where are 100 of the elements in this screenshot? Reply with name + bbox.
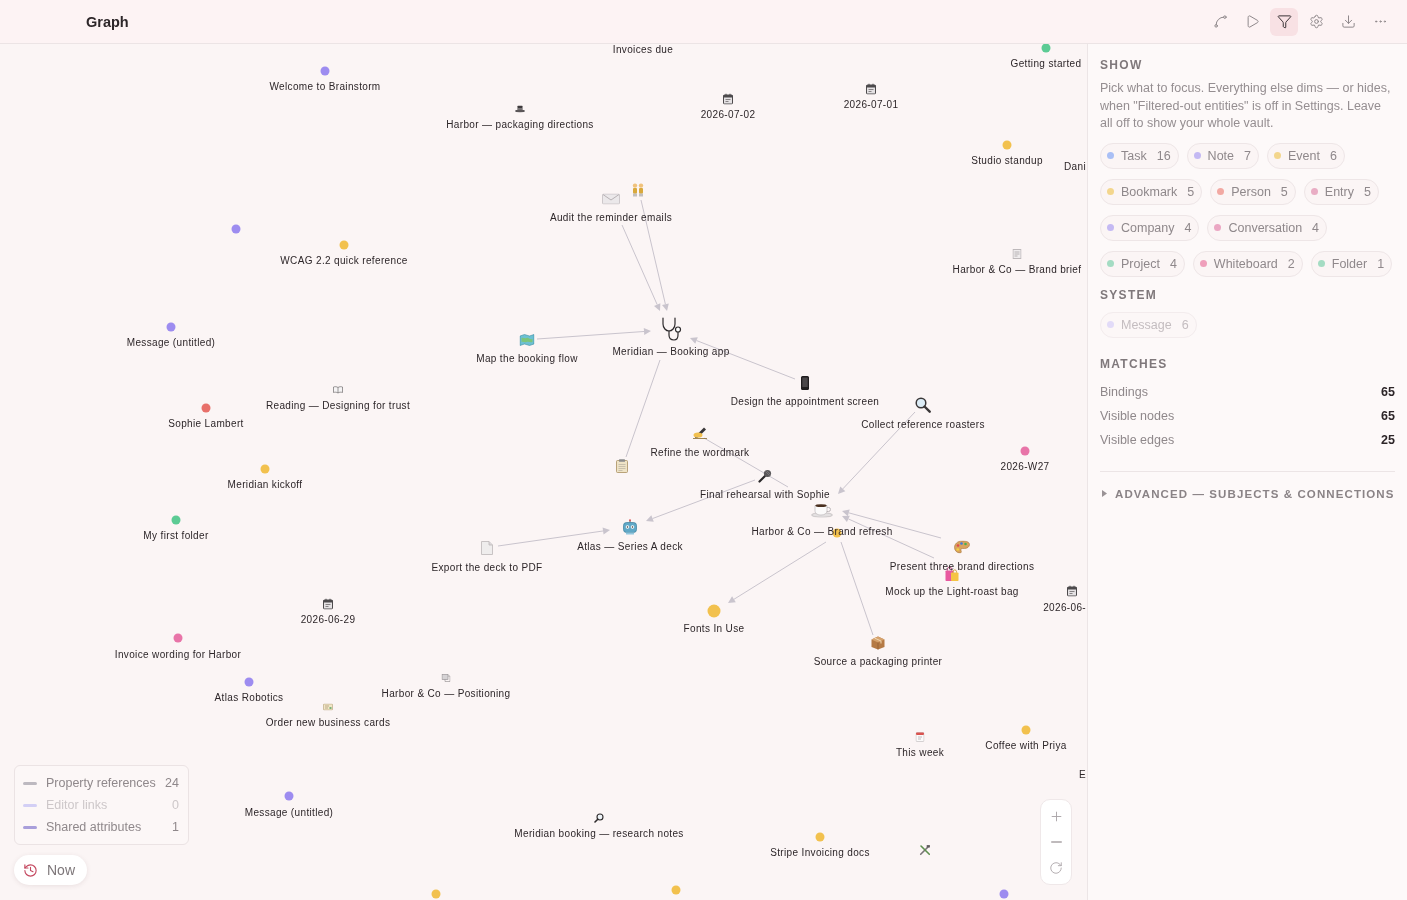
calendar-icon — [915, 732, 925, 742]
magnifier-icon — [594, 813, 604, 823]
stat-value: 65 — [1381, 408, 1395, 423]
download-icon — [1340, 14, 1356, 29]
filter-chip[interactable]: Note 7 — [1186, 142, 1259, 169]
envelope-icon — [602, 193, 620, 205]
legend-count: 1 — [171, 819, 179, 836]
node-label: My first folder — [143, 530, 209, 542]
section-heading: MATCHES — [1100, 356, 1169, 371]
node-label: Fonts In Use — [683, 623, 745, 635]
notebook-icon — [723, 93, 733, 105]
node-label: Final rehearsal with Sophie — [699, 489, 831, 501]
node-label: 2026-W27 — [1000, 461, 1050, 473]
document-icon — [1012, 249, 1022, 259]
filter-chip[interactable]: Whiteboard 2 — [1192, 250, 1303, 277]
node-label: Harbor — packaging directions — [446, 119, 594, 131]
node-label: Atlas — Series A deck — [577, 541, 683, 553]
node-label: Mock up the Light-roast bag — [885, 586, 1019, 598]
stat-value: 65 — [1381, 384, 1395, 399]
plus-icon — [1048, 808, 1064, 824]
node-label: Present three brand directions — [889, 561, 1035, 573]
node-label: Design the appointment screen — [730, 396, 880, 408]
node-label: Map the booking flow — [476, 353, 578, 365]
node-label: Stripe Invoicing docs — [770, 847, 870, 859]
node-label: Invoice wording for Harbor — [114, 649, 242, 661]
node-label: Meridian booking — research notes — [514, 828, 684, 840]
filter-chip[interactable]: Project 4 — [1100, 250, 1185, 277]
node-label: 2026-06-29 — [300, 614, 356, 626]
node-label: Harbor & Co — Brand brief — [952, 264, 1082, 276]
legend-count: 24 — [165, 775, 179, 792]
node-label: Audit the reminder emails — [549, 212, 673, 224]
node-label: Collect reference roasters — [861, 419, 985, 431]
filter-chip[interactable]: Entry 5 — [1303, 178, 1379, 205]
legend-label: Property references — [46, 775, 157, 792]
stethoscope-icon — [660, 317, 682, 341]
time-button[interactable]: Now — [14, 855, 87, 885]
stat-label: Bindings — [1100, 384, 1148, 399]
node-label: Refine the wordmark — [650, 447, 750, 459]
spline-icon — [1212, 14, 1228, 29]
panel-description: Pick what to focus. Everything else dims — or hides, when "Filtered-out entities" is off in Settings. Leave all off to show your whole vault. — [1100, 80, 1392, 132]
stat-value: 25 — [1381, 432, 1395, 447]
coffee-cup-icon — [811, 502, 833, 518]
stat-label: Visible edges — [1100, 432, 1175, 447]
filter-icon — [1276, 14, 1292, 29]
node-label: Studio standup — [971, 155, 1043, 167]
package-icon — [871, 636, 885, 650]
node-label: Dani — [1064, 161, 1086, 173]
settings-icon — [1308, 14, 1324, 29]
stat-label: Visible nodes — [1100, 408, 1175, 423]
robot-icon — [622, 519, 638, 535]
filter-chip[interactable]: Bookmark 5 — [1100, 178, 1203, 205]
node-label: Sophie Lambert — [168, 418, 244, 430]
node-label: 2026-06- — [1043, 602, 1086, 614]
node-label: Reading — Designing for trust — [265, 400, 411, 412]
people-icon — [631, 183, 645, 197]
node-label: WCAG 2.2 quick reference — [280, 255, 408, 267]
writing-hand-icon — [692, 427, 708, 439]
node-label: This week — [895, 747, 945, 759]
map-icon — [519, 334, 535, 346]
history-icon — [23, 862, 38, 878]
filter-chip[interactable]: Conversation 4 — [1207, 214, 1328, 241]
node-label: Meridian — Booking app — [612, 346, 730, 358]
advanced-section-toggle[interactable]: ADVANCED — SUBJECTS & CONNECTIONS — [1100, 487, 1395, 500]
notebook-icon — [323, 598, 333, 610]
minus-icon — [1050, 841, 1062, 843]
play-icon — [1244, 14, 1260, 29]
pages-icon — [441, 674, 451, 682]
microphone-icon — [758, 469, 772, 483]
node-label: Harbor & Co — Positioning — [381, 688, 511, 700]
magnifier-icon — [915, 397, 931, 413]
node-label: Source a packaging printer — [813, 656, 943, 668]
node-label: E — [1078, 769, 1086, 781]
filter-button[interactable] — [1270, 7, 1298, 36]
book-icon — [333, 386, 343, 394]
refresh-icon — [1049, 861, 1063, 875]
filter-chip[interactable]: Folder 1 — [1310, 250, 1393, 277]
node-label: Getting started — [1010, 58, 1082, 70]
node-label: Message (untitled) — [244, 807, 334, 819]
filter-chip[interactable]: Event 6 — [1266, 142, 1345, 169]
notepad-icon — [616, 459, 628, 473]
node-label: Meridian kickoff — [227, 479, 303, 491]
card-icon — [323, 703, 333, 711]
notebook-icon — [1067, 585, 1077, 597]
palette-icon — [954, 540, 970, 554]
section-heading: SHOW — [1100, 58, 1144, 72]
tools-icon — [919, 844, 931, 856]
node-label: 2026-07-01 — [843, 99, 899, 111]
page-icon — [481, 541, 493, 555]
node-label: Export the deck to PDF — [431, 562, 543, 574]
hat-icon — [515, 105, 525, 113]
node-label: Coffee with Priya — [985, 740, 1067, 752]
node-label: Atlas Robotics — [214, 692, 284, 704]
filter-chip[interactable]: Company 4 — [1100, 214, 1200, 241]
filter-chip[interactable]: Task 16 — [1100, 142, 1179, 169]
notebook-icon — [866, 83, 876, 95]
section-heading: SYSTEM — [1100, 287, 1159, 302]
filter-chip[interactable]: Person 5 — [1210, 178, 1296, 205]
node-label: 2026-07-02 — [700, 109, 756, 121]
page-title: Graph — [86, 13, 129, 30]
node-label: Message (untitled) — [126, 337, 216, 349]
